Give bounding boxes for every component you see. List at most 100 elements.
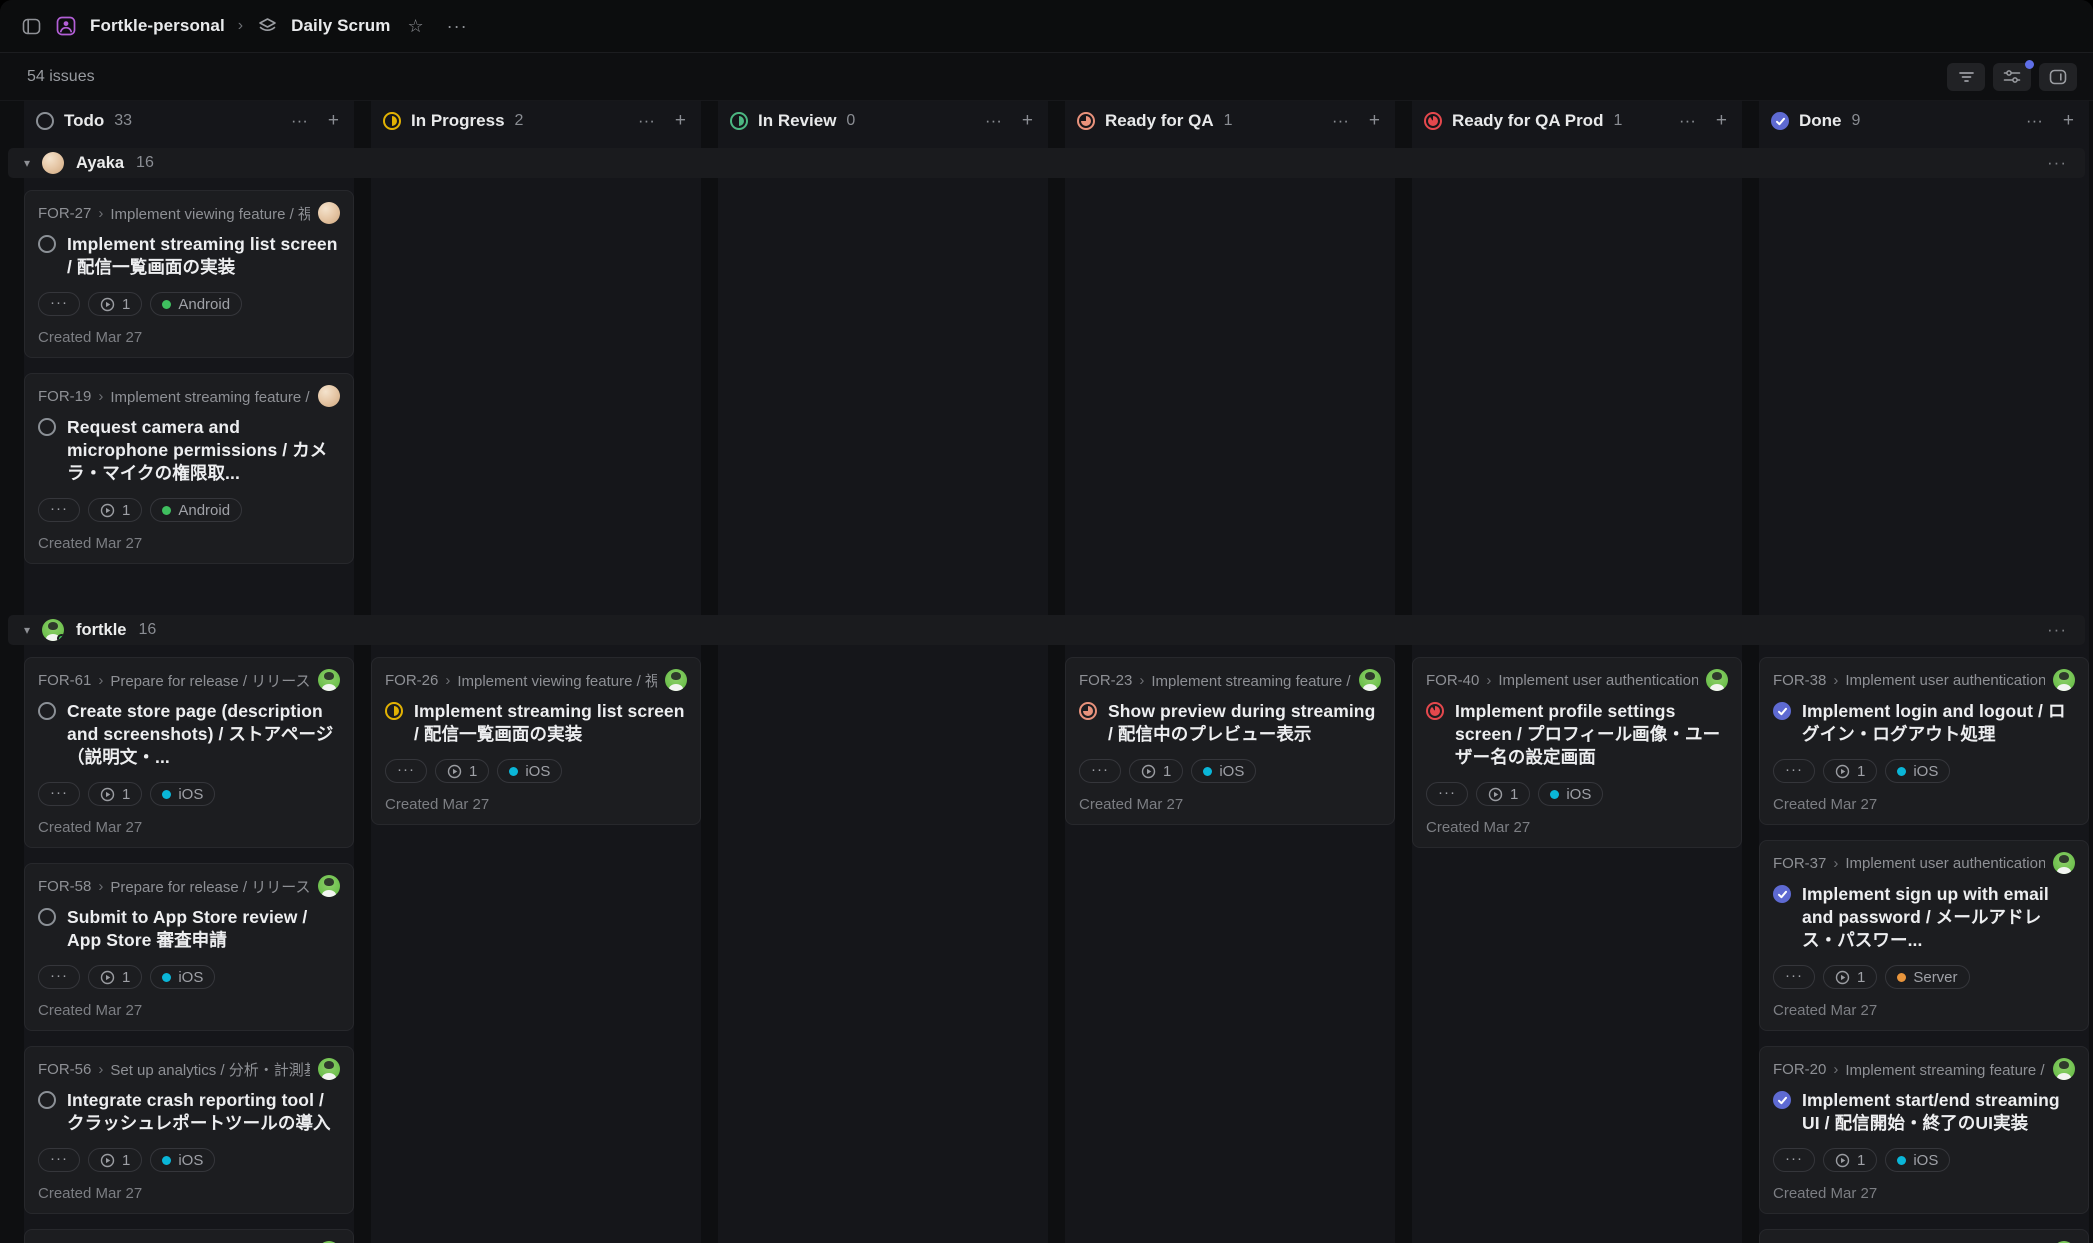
- more-pill[interactable]: ···: [38, 292, 80, 316]
- label-pill[interactable]: iOS: [1885, 1148, 1950, 1172]
- status-icon[interactable]: [1773, 885, 1791, 903]
- issue-title[interactable]: Implement streaming list screen / 配信一覧画面…: [67, 233, 340, 279]
- more-pill[interactable]: ···: [38, 1148, 80, 1172]
- label-dot: [1897, 1156, 1906, 1165]
- status-icon[interactable]: [1079, 702, 1097, 720]
- issue-title[interactable]: Implement start/end streaming UI / 配信開始・…: [1802, 1089, 2075, 1135]
- column-add-icon[interactable]: +: [1017, 108, 1038, 134]
- issue-title[interactable]: Submit to App Store review / App Store 審…: [67, 906, 340, 952]
- cycle-pill[interactable]: 1: [1823, 1148, 1877, 1172]
- swimlane-header[interactable]: ▾ Ayaka 16 ···: [8, 148, 2085, 178]
- label-pill[interactable]: iOS: [150, 782, 215, 806]
- label-pill[interactable]: iOS: [497, 759, 562, 783]
- label-pill[interactable]: iOS: [150, 1148, 215, 1172]
- more-pill[interactable]: ···: [1426, 782, 1468, 806]
- issue-title[interactable]: Implement sign up with email and passwor…: [1802, 883, 2075, 952]
- column-more-icon[interactable]: ···: [2021, 109, 2048, 133]
- issue-card-for-61[interactable]: FOR-61 › Prepare for release / リリース準備 Cr…: [24, 657, 354, 848]
- status-icon[interactable]: [1426, 702, 1444, 720]
- more-pill[interactable]: ···: [385, 759, 427, 783]
- more-pill[interactable]: ···: [38, 965, 80, 989]
- status-icon[interactable]: [38, 1091, 56, 1109]
- cycle-pill[interactable]: 1: [1823, 965, 1877, 989]
- column-add-icon[interactable]: +: [1364, 108, 1385, 134]
- assignee-avatar: [665, 669, 687, 691]
- issue-card-for-56[interactable]: FOR-56 › Set up analytics / 分析・計測基盤... I…: [24, 1046, 354, 1214]
- column-add-icon[interactable]: +: [323, 108, 344, 134]
- label-pill[interactable]: iOS: [1885, 759, 1950, 783]
- status-icon[interactable]: [38, 418, 56, 436]
- status-icon[interactable]: [1773, 1091, 1791, 1109]
- cycle-pill[interactable]: 1: [1823, 759, 1877, 783]
- issue-card-for-37[interactable]: FOR-37 › Implement user authentication /…: [1759, 840, 2089, 1031]
- column-more-icon[interactable]: ···: [286, 109, 313, 133]
- more-pill[interactable]: ···: [1773, 759, 1815, 783]
- issue-card-for-53[interactable]: FOR-53 › Set up analytics / 分析・計測基盤... I…: [24, 1229, 354, 1243]
- issue-card-for-58[interactable]: FOR-58 › Prepare for release / リリース準備 Su…: [24, 863, 354, 1031]
- column-add-icon[interactable]: +: [670, 108, 691, 134]
- swimlane-more-icon[interactable]: ···: [2047, 153, 2067, 173]
- issue-title[interactable]: Implement login and logout / ログイン・ログアウト処…: [1802, 700, 2075, 746]
- status-icon[interactable]: [1773, 702, 1791, 720]
- more-pill[interactable]: ···: [1079, 759, 1121, 783]
- issue-title[interactable]: Integrate crash reporting tool / クラッシュレポ…: [67, 1089, 340, 1135]
- issue-card-for-23[interactable]: FOR-23 › Implement streaming feature / 配…: [1065, 657, 1395, 825]
- sidebar-toggle-icon[interactable]: [20, 15, 42, 37]
- swimlane-header[interactable]: ▾ fortkle 16 ···: [8, 615, 2085, 645]
- column-add-icon[interactable]: +: [2058, 108, 2079, 134]
- label-text: iOS: [178, 1152, 203, 1169]
- cycle-pill[interactable]: 1: [1129, 759, 1183, 783]
- label-pill[interactable]: Server: [1885, 965, 1969, 989]
- label-pill[interactable]: iOS: [1191, 759, 1256, 783]
- column-status-icon: [383, 112, 401, 130]
- label-pill[interactable]: iOS: [150, 965, 215, 989]
- issue-title[interactable]: Implement profile settings screen / プロフィ…: [1455, 700, 1728, 769]
- column-more-icon[interactable]: ···: [1327, 109, 1354, 133]
- breadcrumb-workspace[interactable]: Fortkle-personal: [90, 16, 225, 36]
- more-pill[interactable]: ···: [1773, 965, 1815, 989]
- issue-title[interactable]: Show preview during streaming / 配信中のプレビュ…: [1108, 700, 1381, 746]
- label-pill[interactable]: Android: [150, 292, 242, 316]
- column-more-icon[interactable]: ···: [1674, 109, 1701, 133]
- cycle-pill[interactable]: 1: [88, 292, 142, 316]
- filter-button[interactable]: [1947, 63, 1985, 91]
- issue-card-for-19[interactable]: FOR-19 › Implement streaming feature / 配…: [24, 373, 354, 564]
- issue-card-for-40[interactable]: FOR-40 › Implement user authentication /…: [1412, 657, 1742, 848]
- more-pill[interactable]: ···: [1773, 1148, 1815, 1172]
- cycle-pill[interactable]: 1: [1476, 782, 1530, 806]
- status-icon[interactable]: [38, 235, 56, 253]
- assignee-avatar: [318, 669, 340, 691]
- swimlane-more-icon[interactable]: ···: [2047, 620, 2067, 640]
- status-icon[interactable]: [38, 702, 56, 720]
- column-count: 9: [1852, 112, 1861, 130]
- column-add-icon[interactable]: +: [1711, 108, 1732, 134]
- issue-title[interactable]: Request camera and microphone permission…: [67, 416, 340, 485]
- issue-card-for-20[interactable]: FOR-20 › Implement streaming feature / 配…: [1759, 1046, 2089, 1214]
- cycle-pill[interactable]: 1: [88, 782, 142, 806]
- view-more-icon[interactable]: ···: [447, 16, 468, 37]
- issue-card-for-26[interactable]: FOR-26 › Implement viewing feature / 視聴.…: [371, 657, 701, 825]
- side-panel-button[interactable]: [2039, 63, 2077, 91]
- cycle-pill[interactable]: 1: [88, 498, 142, 522]
- issue-title[interactable]: Implement streaming list screen / 配信一覧画面…: [414, 700, 687, 746]
- label-pill[interactable]: Android: [150, 498, 242, 522]
- label-pill[interactable]: iOS: [1538, 782, 1603, 806]
- collapse-caret-icon[interactable]: ▾: [24, 156, 30, 170]
- issue-title[interactable]: Create store page (description and scree…: [67, 700, 340, 769]
- cycle-pill[interactable]: 1: [88, 965, 142, 989]
- collapse-caret-icon[interactable]: ▾: [24, 623, 30, 637]
- column-more-icon[interactable]: ···: [980, 109, 1007, 133]
- status-icon[interactable]: [38, 908, 56, 926]
- issue-card-for-27[interactable]: FOR-27 › Implement viewing feature / 視聴.…: [24, 190, 354, 358]
- cycle-pill[interactable]: 1: [435, 759, 489, 783]
- column-more-icon[interactable]: ···: [633, 109, 660, 133]
- favorite-star-icon[interactable]: ☆: [408, 16, 424, 37]
- issue-card-for-18[interactable]: FOR-18 › Implement streaming feature / 配…: [1759, 1229, 2089, 1243]
- more-pill[interactable]: ···: [38, 498, 80, 522]
- status-icon[interactable]: [385, 702, 403, 720]
- more-pill[interactable]: ···: [38, 782, 80, 806]
- display-options-button[interactable]: [1993, 63, 2031, 91]
- breadcrumb-view[interactable]: Daily Scrum: [291, 16, 390, 36]
- issue-card-for-38[interactable]: FOR-38 › Implement user authentication /…: [1759, 657, 2089, 825]
- cycle-pill[interactable]: 1: [88, 1148, 142, 1172]
